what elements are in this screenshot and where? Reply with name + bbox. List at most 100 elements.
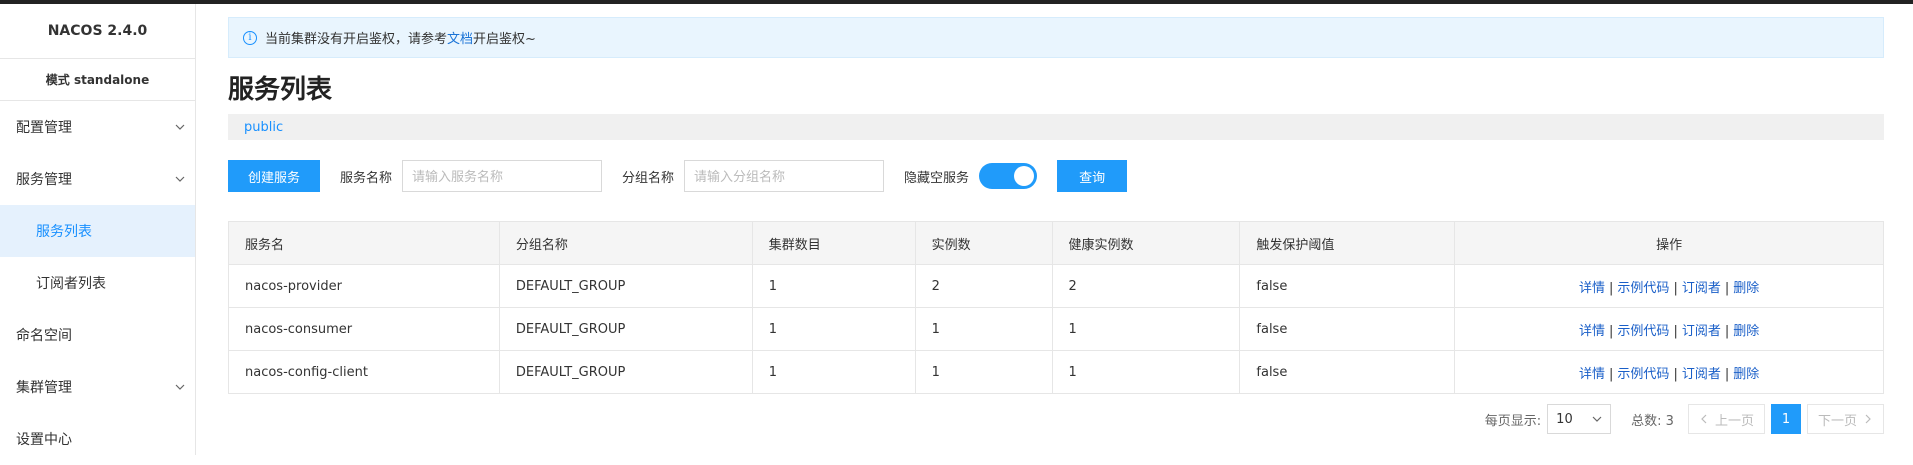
separator: |: [1673, 323, 1678, 339]
detail-link[interactable]: 详情: [1579, 367, 1605, 382]
detail-link[interactable]: 详情: [1579, 324, 1605, 339]
chevron-down-icon: [175, 384, 185, 390]
info-icon: i: [243, 30, 257, 45]
delete-link[interactable]: 删除: [1733, 324, 1759, 339]
cell-actions: 详情 | 示例代码 | 订阅者 | 删除: [1454, 264, 1884, 308]
chevron-down-icon: [175, 176, 185, 182]
alert-text-before: 当前集群没有开启鉴权，请参考: [265, 32, 448, 47]
sidebar-item-label: 配置管理: [16, 120, 72, 136]
delete-link[interactable]: 删除: [1733, 281, 1759, 296]
sidebar-item-label: 命名空间: [16, 328, 72, 344]
cell-instance-count: 1: [914, 350, 1053, 394]
table-row: nacos-consumer DEFAULT_GROUP 1 1 1 false…: [228, 307, 1884, 351]
cell-threshold: false: [1239, 350, 1456, 394]
prev-page-label: 上一页: [1714, 413, 1754, 429]
prev-page-button[interactable]: 上一页: [1687, 404, 1765, 434]
header-group-name: 分组名称: [498, 221, 753, 265]
header-instance-count: 实例数: [914, 221, 1053, 265]
auth-alert: i 当前集群没有开启鉴权，请参考 文档 开启鉴权~: [228, 17, 1884, 58]
separator: |: [1724, 366, 1730, 382]
sample-code-link[interactable]: 示例代码: [1617, 324, 1669, 339]
sidebar-item-label: 服务管理: [16, 172, 72, 188]
cell-actions: 详情 | 示例代码 | 订阅者 | 删除: [1454, 350, 1884, 394]
table-header-row: 服务名 分组名称 集群数目 实例数 健康实例数 触发保护阈值 操作: [228, 221, 1884, 265]
hide-empty-label: 隐藏空服务: [904, 170, 970, 186]
chevron-right-icon: [1865, 414, 1871, 424]
alert-text-after: 开启鉴权~: [473, 32, 536, 47]
header-service-name: 服务名: [228, 221, 500, 265]
alert-doc-link[interactable]: 文档: [447, 28, 473, 47]
chevron-down-icon: [175, 124, 185, 130]
cell-cluster-count: 1: [751, 350, 916, 394]
hide-empty-toggle[interactable]: [979, 163, 1038, 189]
detail-link[interactable]: 详情: [1579, 281, 1605, 296]
sidebar-item-label: 订阅者列表: [36, 276, 106, 292]
cell-group-name: DEFAULT_GROUP: [498, 307, 753, 351]
table-row: nacos-config-client DEFAULT_GROUP 1 1 1 …: [228, 350, 1884, 394]
pagination: 每页显示: 10 总数: 3 上一页 1 下一页: [228, 404, 1884, 434]
sidebar-item-service[interactable]: 服务管理: [0, 153, 195, 205]
subscriber-link[interactable]: 订阅者: [1682, 281, 1721, 296]
sidebar-item-label: 集群管理: [16, 380, 72, 396]
mode-label: 模式 standalone: [0, 59, 195, 101]
page-title: 服务列表: [228, 75, 333, 105]
page-size-label: 每页显示:: [1484, 413, 1542, 429]
cell-healthy-count: 1: [1051, 350, 1241, 394]
page-size-select[interactable]: 10: [1547, 404, 1612, 434]
separator: |: [1609, 323, 1614, 339]
create-service-button[interactable]: 创建服务: [228, 160, 321, 192]
sample-code-link[interactable]: 示例代码: [1617, 281, 1669, 296]
cell-threshold: false: [1239, 307, 1456, 351]
next-page-button[interactable]: 下一页: [1806, 404, 1884, 434]
namespace-public[interactable]: public: [244, 120, 283, 135]
cell-cluster-count: 1: [751, 264, 916, 308]
group-name-label: 分组名称: [622, 170, 675, 186]
top-bar: [0, 0, 1913, 4]
sidebar-item-settings[interactable]: 设置中心: [0, 413, 195, 465]
separator: |: [1609, 280, 1614, 296]
cell-service-name: nacos-provider: [228, 264, 500, 308]
cell-service-name: nacos-config-client: [228, 350, 500, 394]
group-name-input[interactable]: [684, 160, 885, 192]
cell-actions: 详情 | 示例代码 | 订阅者 | 删除: [1454, 307, 1884, 351]
separator: |: [1673, 280, 1678, 296]
chevron-left-icon: [1701, 414, 1707, 424]
cell-healthy-count: 1: [1051, 307, 1241, 351]
separator: |: [1673, 366, 1678, 382]
separator: |: [1724, 280, 1730, 296]
cell-cluster-count: 1: [751, 307, 916, 351]
separator: |: [1724, 323, 1730, 339]
sidebar-item-subscriber-list[interactable]: 订阅者列表: [0, 257, 195, 309]
separator: |: [1609, 366, 1614, 382]
sidebar-item-cluster[interactable]: 集群管理: [0, 361, 195, 413]
sidebar-item-label: 设置中心: [16, 432, 72, 448]
total-count: 总数: 3: [1631, 413, 1674, 429]
cell-group-name: DEFAULT_GROUP: [498, 350, 753, 394]
cell-instance-count: 2: [914, 264, 1053, 308]
service-table: 服务名 分组名称 集群数目 实例数 健康实例数 触发保护阈值 操作 nacos-…: [228, 221, 1884, 394]
sample-code-link[interactable]: 示例代码: [1617, 367, 1669, 382]
header-actions: 操作: [1454, 221, 1884, 265]
subscriber-link[interactable]: 订阅者: [1682, 367, 1721, 382]
sidebar: NACOS 2.4.0 模式 standalone 配置管理 服务管理 服务列表…: [0, 4, 196, 455]
cell-healthy-count: 2: [1051, 264, 1241, 308]
next-page-label: 下一页: [1817, 413, 1857, 429]
subscriber-link[interactable]: 订阅者: [1682, 324, 1721, 339]
service-name-label: 服务名称: [340, 170, 393, 186]
service-name-input[interactable]: [402, 160, 603, 192]
sidebar-item-service-list[interactable]: 服务列表: [0, 205, 195, 257]
namespace-bar: public: [228, 114, 1884, 140]
filter-bar: 创建服务 服务名称 分组名称 隐藏空服务 查询: [228, 159, 1884, 193]
cell-threshold: false: [1239, 264, 1456, 308]
delete-link[interactable]: 删除: [1733, 367, 1759, 382]
sidebar-item-namespace[interactable]: 命名空间: [0, 309, 195, 361]
header-healthy-count: 健康实例数: [1051, 221, 1241, 265]
cell-group-name: DEFAULT_GROUP: [498, 264, 753, 308]
sidebar-item-config[interactable]: 配置管理: [0, 101, 195, 153]
table-row: nacos-provider DEFAULT_GROUP 1 2 2 false…: [228, 264, 1884, 308]
brand-title: NACOS 2.4.0: [0, 4, 195, 59]
query-button[interactable]: 查询: [1057, 160, 1128, 192]
header-cluster-count: 集群数目: [751, 221, 916, 265]
cell-instance-count: 1: [914, 307, 1053, 351]
page-number-button[interactable]: 1: [1770, 404, 1801, 434]
